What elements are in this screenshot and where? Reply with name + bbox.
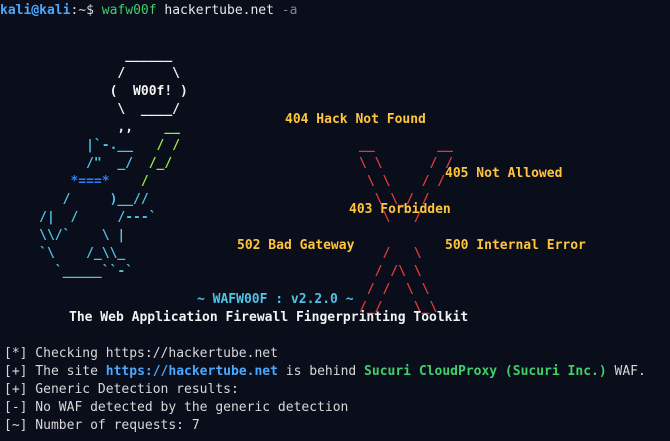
- detected-waf-name: Sucuri CloudProxy (Sucuri Inc.): [364, 364, 607, 379]
- command-name: wafw00f: [101, 3, 157, 18]
- prompt-user: kali@kali: [0, 3, 71, 18]
- error-404-label: 404 Hack Not Found: [285, 112, 426, 127]
- output-line-generic: [+] Generic Detection results:: [4, 382, 239, 397]
- version-line: ~ WAFW00F : v2.2.0 ~: [197, 292, 354, 307]
- output-text: WAF.: [606, 364, 646, 379]
- output-line-requests: [~] Number of requests: 7: [4, 418, 200, 433]
- error-500-label: 500 Internal Error: [445, 238, 586, 253]
- status-tag: [+]: [4, 364, 28, 379]
- x-mark-art: __ __ \ \ / / \ \ / / \ \_/ / \ / / \ / …: [359, 138, 453, 315]
- output-text: The site: [27, 364, 106, 379]
- error-403-label: 403 Forbidden: [349, 202, 451, 217]
- status-tag: [*]: [4, 346, 28, 361]
- command-flag: -a: [281, 3, 298, 18]
- output-line-detected: [+] The site https://hackertube.net is b…: [4, 363, 646, 381]
- error-502-label: 502 Bad Gateway: [237, 238, 355, 253]
- target-url[interactable]: https://hackertube.net: [106, 364, 278, 379]
- output-line-checking: [*] Checking https://hackertube.net: [4, 345, 278, 363]
- output-text: is behind: [277, 364, 365, 379]
- output-text: Checking https://hackertube.net: [27, 346, 278, 361]
- terminal-window[interactable]: kali@kali:~$ wafw00f hackertube.net -a _…: [0, 0, 670, 441]
- command-prompt-line: kali@kali:~$ wafw00f hackertube.net -a: [0, 2, 297, 20]
- output-line-no-waf: [-] No WAF detected by the generic detec…: [4, 400, 349, 415]
- wafw00f-dog-logo: ______ / \ ( W00f! ) \ ____/ ,, __ |`-._…: [0, 48, 188, 279]
- prompt-path: :~$: [70, 3, 94, 18]
- error-405-label: 405 Not Allowed: [445, 166, 563, 181]
- command-argument: hackertube.net: [164, 3, 274, 18]
- toolkit-subtitle: The Web Application Firewall Fingerprint…: [69, 310, 469, 325]
